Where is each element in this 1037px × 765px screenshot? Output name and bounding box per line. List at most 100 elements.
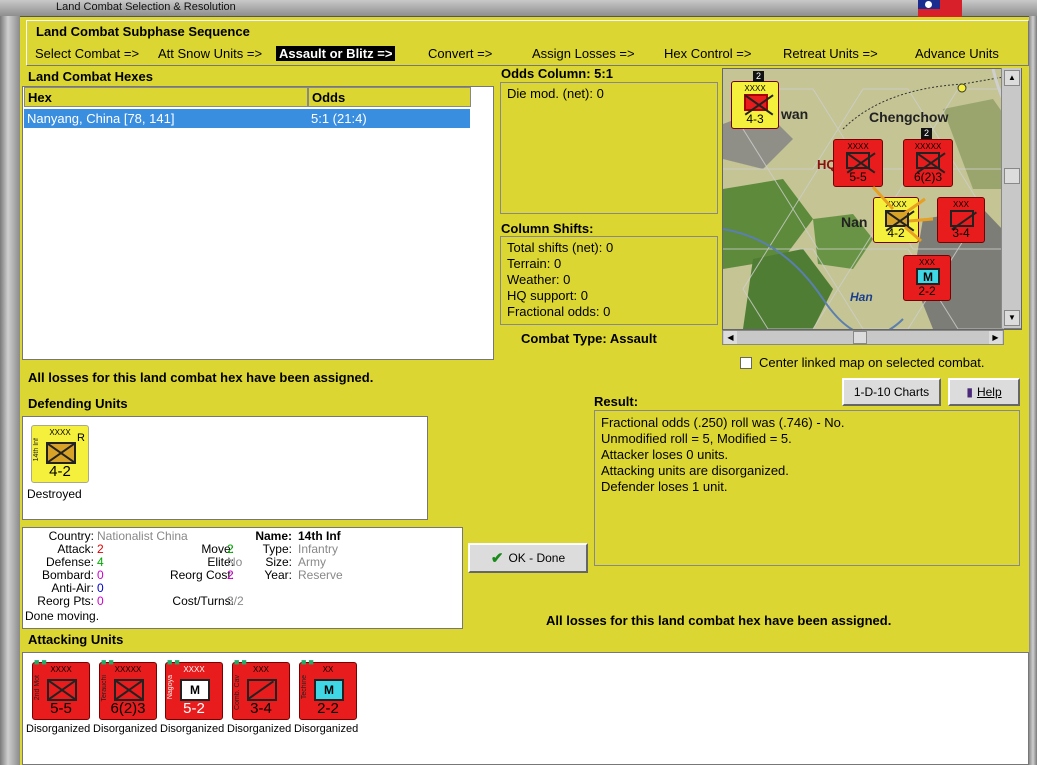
- scroll-down-icon[interactable]: ▼: [1004, 310, 1020, 326]
- result-title: Result:: [594, 394, 639, 409]
- unit-status: Disorganized: [294, 723, 359, 735]
- step-select-combat[interactable]: Select Combat =>: [35, 46, 139, 61]
- book-icon: ▮: [966, 385, 973, 399]
- defending-units-title: Defending Units: [28, 396, 128, 411]
- unit-info-panel: Country: Nationalist China Attack: 2 Def…: [22, 527, 463, 629]
- unit-status: Destroyed: [27, 487, 82, 501]
- elite-value: No: [227, 555, 243, 569]
- center-map-label: Center linked map on selected combat.: [759, 355, 985, 370]
- center-map-checkbox[interactable]: [740, 357, 752, 369]
- step-hex-control[interactable]: Hex Control =>: [664, 46, 751, 61]
- infantry-symbol-icon: [46, 442, 76, 464]
- map-counter[interactable]: XXX M 2-2: [903, 255, 951, 301]
- counter-value: 2-2: [918, 284, 936, 298]
- counter-mark: R: [77, 432, 85, 444]
- scroll-thumb[interactable]: [853, 331, 867, 344]
- counter-value: 6(2)3: [110, 700, 146, 717]
- attacking-unit-counter[interactable]: ■■ XX Techine M 2-2: [299, 657, 357, 720]
- combat-type-label: Combat Type: Assault: [521, 331, 657, 346]
- attacking-unit-counter[interactable]: ■■ XXXX Nagoya M 5-2: [165, 657, 223, 720]
- unit-status: Disorganized: [227, 723, 292, 735]
- attack-label: Attack:: [57, 542, 94, 556]
- counter-value: 2-2: [317, 700, 339, 717]
- year-label: Year:: [264, 568, 292, 582]
- window-title: Land Combat Selection & Resolution: [56, 1, 236, 13]
- column-header-hex[interactable]: Hex: [24, 87, 308, 107]
- reorg-cost-label: Reorg Cost:: [169, 568, 234, 582]
- odds-cell: 5:1 (21:4): [311, 111, 367, 126]
- weather-shift-text: Weather: 0: [507, 272, 571, 287]
- linked-map[interactable]: wan Chengchow HQ Nan Han XXXX 4-3 2 XXXX…: [722, 68, 1022, 330]
- charts-button[interactable]: 1-D-10 Charts: [842, 378, 941, 406]
- counter-side-label: Terauchi: [101, 675, 108, 702]
- result-line: Defender loses 1 unit.: [601, 479, 728, 494]
- reorg-pts-label: Reorg Pts:: [37, 594, 94, 608]
- name-value: 14th Inf: [298, 529, 341, 543]
- mech-symbol-icon: M: [916, 268, 940, 285]
- map-vertical-scrollbar[interactable]: ▲ ▼: [1001, 68, 1021, 328]
- stack-count-badge: 2: [753, 71, 764, 82]
- result-line: Fractional odds (.250) roll was (.746) -…: [601, 415, 845, 430]
- infantry-symbol-icon: [47, 679, 77, 701]
- map-counter[interactable]: XXX 3-4: [937, 197, 985, 243]
- counter-size: XXXX: [50, 665, 72, 674]
- hq-support-text: HQ support: 0: [507, 288, 588, 303]
- cost-turns-value: 3/2: [227, 594, 244, 608]
- cavalry-symbol-icon: [950, 210, 974, 227]
- unit-status: Disorganized: [26, 723, 91, 735]
- land-combat-hexes-title: Land Combat Hexes: [28, 69, 153, 84]
- result-line: Attacker loses 0 units.: [601, 447, 729, 462]
- scroll-left-icon[interactable]: ◀: [724, 331, 737, 344]
- step-advance-units[interactable]: Advance Units: [915, 46, 999, 61]
- result-panel: Fractional odds (.250) roll was (.746) -…: [594, 410, 1020, 566]
- step-att-snow-units[interactable]: Att Snow Units =>: [158, 46, 262, 61]
- year-value: Reserve: [298, 568, 343, 582]
- cavalry-symbol-icon: [247, 679, 277, 701]
- cost-turns-label: Cost/Turns:: [172, 594, 234, 608]
- map-horizontal-scrollbar[interactable]: ◀ ▶: [722, 330, 1004, 345]
- stack-count-badge: 2: [921, 128, 932, 139]
- counter-size: XX: [322, 665, 334, 674]
- step-assault-or-blitz[interactable]: Assault or Blitz =>: [276, 46, 396, 61]
- counter-size: XXX: [952, 200, 969, 209]
- counter-value: 4-2: [49, 463, 71, 480]
- mech-symbol-icon: M: [180, 679, 210, 701]
- ok-done-button[interactable]: ✔ OK - Done: [468, 543, 588, 573]
- scroll-right-icon[interactable]: ▶: [989, 331, 1002, 344]
- counter-value: 3-4: [952, 226, 970, 240]
- mech-symbol-icon: M: [314, 679, 344, 701]
- losses-assigned-message: All losses for this land combat hex have…: [28, 370, 374, 385]
- map-counter[interactable]: XXXX 4-3: [731, 81, 779, 129]
- window-titlebar[interactable]: Land Combat Selection & Resolution: [0, 0, 1037, 17]
- result-line: Unmodified roll = 5, Modified = 5.: [601, 431, 792, 446]
- scroll-thumb[interactable]: [1004, 168, 1020, 184]
- attacking-unit-counter[interactable]: ■■ XXX Comb. Cav 3-4: [232, 657, 290, 720]
- attacking-unit-counter[interactable]: ■■ XXXX 2nd Mot 5-5: [32, 657, 90, 720]
- map-label-han: Han: [850, 290, 873, 304]
- step-assign-losses[interactable]: Assign Losses =>: [532, 46, 635, 61]
- counter-side-label: 14th Inf: [33, 438, 40, 462]
- column-shifts-panel: Total shifts (net): 0 Terrain: 0 Weather…: [500, 236, 718, 325]
- infantry-symbol-icon: [114, 679, 144, 701]
- step-convert[interactable]: Convert =>: [428, 46, 492, 61]
- anti-air-label: Anti-Air:: [51, 581, 94, 595]
- move-value: 2: [227, 542, 234, 556]
- counter-value: 5-5: [50, 700, 72, 717]
- help-button[interactable]: ▮ Help: [948, 378, 1020, 406]
- odds-column-panel: Die mod. (net): 0: [500, 82, 718, 214]
- help-button-label: Help: [976, 385, 1002, 399]
- attacking-units-title: Attacking Units: [28, 632, 124, 647]
- reorg-pts-value: 0: [97, 594, 104, 608]
- subphase-sequence-title: Land Combat Subphase Sequence: [36, 24, 250, 39]
- step-retreat-units[interactable]: Retreat Units =>: [783, 46, 878, 61]
- attacking-unit-counter[interactable]: ■■ XXXXX Terauchi 6(2)3: [99, 657, 157, 720]
- table-row[interactable]: Nanyang, China [78, 141] 5:1 (21:4): [24, 109, 470, 128]
- defending-unit-counter[interactable]: XXXX R 14th Inf 4-2: [31, 425, 89, 483]
- scroll-up-icon[interactable]: ▲: [1004, 70, 1020, 86]
- column-header-odds[interactable]: Odds: [308, 87, 471, 107]
- attack-arrows-icon: [871, 185, 934, 243]
- bombard-value: 0: [97, 568, 104, 582]
- counter-value: 4-3: [746, 112, 764, 126]
- type-value: Infantry: [298, 542, 339, 556]
- unit-status: Disorganized: [93, 723, 158, 735]
